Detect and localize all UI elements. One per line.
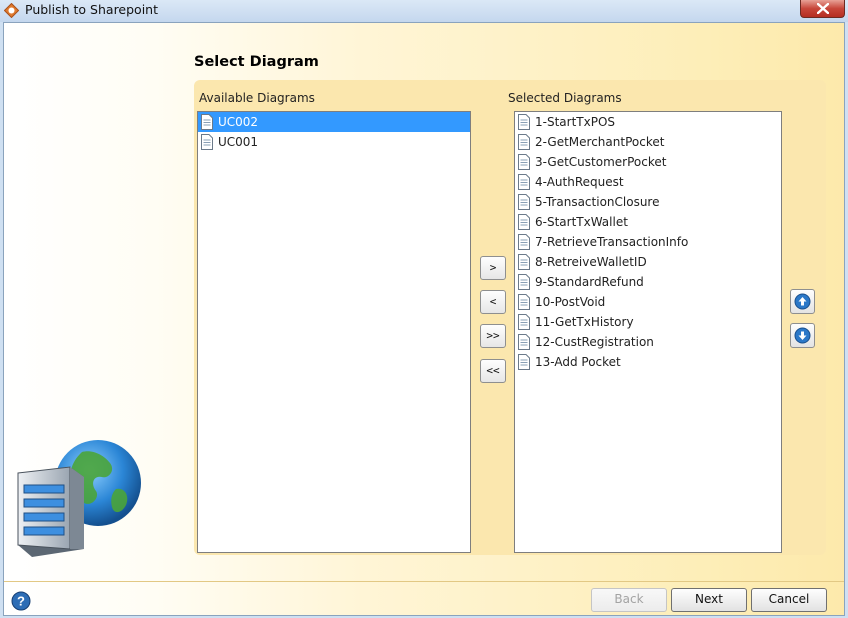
list-item-label: 12-CustRegistration	[535, 335, 654, 349]
arrow-down-icon	[794, 327, 811, 344]
list-item[interactable]: 6-StartTxWallet	[515, 212, 781, 232]
list-item-label: 5-TransactionClosure	[535, 195, 660, 209]
close-icon	[817, 3, 829, 14]
remove-button[interactable]: <	[480, 290, 506, 314]
back-button[interactable]: Back	[591, 588, 667, 612]
document-icon	[518, 234, 530, 250]
wizard-body: Select Diagram Available Diagrams Select…	[3, 22, 845, 616]
list-item[interactable]: 8-RetreiveWalletID	[515, 252, 781, 272]
list-item-label: UC001	[218, 135, 259, 149]
list-item-label: 1-StartTxPOS	[535, 115, 616, 129]
list-item-label: 11-GetTxHistory	[535, 315, 634, 329]
document-icon	[518, 194, 530, 210]
document-icon	[518, 154, 530, 170]
document-icon	[518, 274, 530, 290]
list-item[interactable]: 12-CustRegistration	[515, 332, 781, 352]
document-icon	[518, 134, 530, 150]
document-icon	[518, 294, 530, 310]
document-icon	[518, 214, 530, 230]
move-up-button[interactable]	[790, 289, 815, 314]
available-diagrams-list[interactable]: UC002 UC001	[197, 111, 471, 553]
remove-all-button[interactable]: <<	[480, 359, 506, 383]
close-button[interactable]	[800, 0, 845, 18]
title-bar: Publish to Sharepoint	[0, 0, 848, 22]
help-icon[interactable]: ?	[11, 591, 31, 611]
list-item[interactable]: 5-TransactionClosure	[515, 192, 781, 212]
window-title: Publish to Sharepoint	[25, 2, 159, 17]
list-item[interactable]: 7-RetrieveTransactionInfo	[515, 232, 781, 252]
add-all-button[interactable]: >>	[480, 324, 506, 348]
svg-text:?: ?	[17, 594, 25, 609]
list-item-label: 10-PostVoid	[535, 295, 606, 309]
arrow-up-icon	[794, 293, 811, 310]
list-item-label: 2-GetMerchantPocket	[535, 135, 665, 149]
list-item[interactable]: 4-AuthRequest	[515, 172, 781, 192]
document-icon	[518, 254, 530, 270]
document-icon	[201, 134, 213, 150]
list-item-label: 9-StandardRefund	[535, 275, 644, 289]
next-button[interactable]: Next	[671, 588, 747, 612]
document-icon	[518, 354, 530, 370]
list-item-label: 8-RetreiveWalletID	[535, 255, 647, 269]
selected-diagrams-list[interactable]: 1-StartTxPOS 2-GetMerchantPocket 3-GetCu…	[514, 111, 782, 553]
list-item-label: 6-StartTxWallet	[535, 215, 628, 229]
app-logo-icon	[4, 3, 19, 18]
list-item-label: 3-GetCustomerPocket	[535, 155, 667, 169]
list-item-label: 7-RetrieveTransactionInfo	[535, 235, 689, 249]
document-icon	[518, 334, 530, 350]
list-item[interactable]: 9-StandardRefund	[515, 272, 781, 292]
list-item[interactable]: 2-GetMerchantPocket	[515, 132, 781, 152]
list-item-label: 13-Add Pocket	[535, 355, 621, 369]
list-item[interactable]: UC001	[198, 132, 470, 152]
cancel-button[interactable]: Cancel	[751, 588, 827, 612]
available-diagrams-label: Available Diagrams	[199, 91, 315, 105]
list-item-label: UC002	[218, 115, 259, 129]
server-globe-illustration	[17, 440, 141, 557]
document-icon	[518, 174, 530, 190]
list-item-label: 4-AuthRequest	[535, 175, 624, 189]
document-icon	[518, 114, 530, 130]
selected-diagrams-label: Selected Diagrams	[508, 91, 622, 105]
add-button[interactable]: >	[480, 256, 506, 280]
list-item[interactable]: 3-GetCustomerPocket	[515, 152, 781, 172]
document-icon	[518, 314, 530, 330]
list-item[interactable]: 11-GetTxHistory	[515, 312, 781, 332]
list-item[interactable]: 1-StartTxPOS	[515, 112, 781, 132]
list-item[interactable]: 13-Add Pocket	[515, 352, 781, 372]
page-title: Select Diagram	[194, 54, 319, 70]
list-item[interactable]: 10-PostVoid	[515, 292, 781, 312]
footer-divider	[4, 581, 844, 582]
move-down-button[interactable]	[790, 323, 815, 348]
list-item[interactable]: UC002	[198, 112, 470, 132]
document-icon	[201, 114, 213, 130]
